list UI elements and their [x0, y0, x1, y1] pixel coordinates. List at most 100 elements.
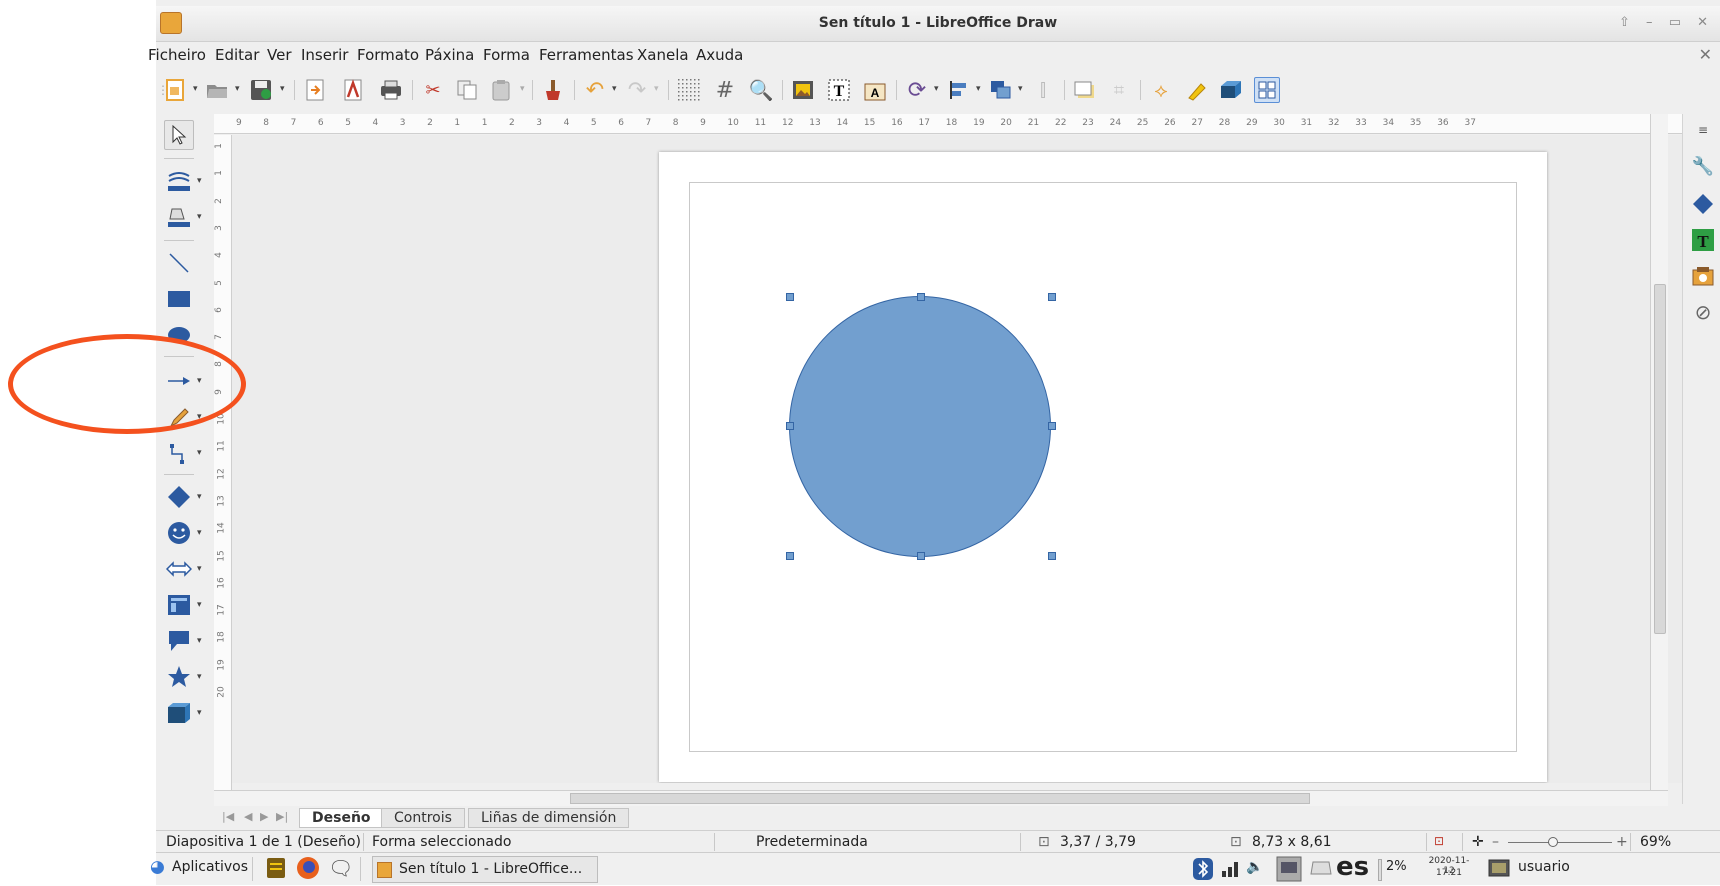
bluetooth-icon[interactable] [1192, 857, 1214, 885]
shadow-icon[interactable] [1072, 77, 1098, 103]
align-objects-icon[interactable] [946, 77, 972, 103]
drawing-canvas[interactable] [232, 135, 1720, 783]
sidebar-menu-icon[interactable]: ≡ [1691, 118, 1715, 142]
taskbar-window-button[interactable]: Sen título 1 - LibreOffice... [372, 856, 598, 883]
removable-drive-icon[interactable] [1310, 858, 1332, 882]
chat-icon[interactable]: 🗨 [328, 856, 353, 880]
menu-ferramentas[interactable]: Ferramentas [539, 46, 634, 64]
network-signal-icon[interactable] [1220, 859, 1242, 881]
zoom-out-icon[interactable]: – [1492, 834, 1499, 850]
display-grid-icon[interactable] [676, 77, 702, 103]
drawing-page[interactable] [659, 152, 1547, 782]
print-icon[interactable] [378, 77, 404, 103]
fill-color-dropdown-icon[interactable]: ▾ [197, 212, 202, 222]
styles-icon[interactable]: T [1691, 228, 1715, 252]
new-dropdown-icon[interactable]: ▾ [193, 84, 198, 94]
menu-inserir[interactable]: Inserir [301, 46, 348, 64]
rotate-icon[interactable]: ⟳ [904, 77, 930, 103]
first-tab-icon[interactable]: |◀ [222, 810, 234, 823]
show-draw-functions-icon[interactable] [1254, 77, 1280, 103]
zoom-in-icon[interactable]: + [1616, 834, 1628, 850]
horizontal-scroll-thumb[interactable] [570, 793, 1310, 804]
block-arrows-dropdown-icon[interactable]: ▾ [197, 564, 202, 574]
menu-axuda[interactable]: Axuda [696, 46, 743, 64]
copy-icon[interactable] [454, 77, 480, 103]
rotate-dropdown-icon[interactable]: ▾ [934, 84, 939, 94]
firefox-icon[interactable] [296, 856, 320, 884]
resize-handle[interactable] [917, 552, 925, 560]
insert-image-icon[interactable] [790, 77, 816, 103]
arrange-icon[interactable] [988, 77, 1014, 103]
cut-icon[interactable]: ✂ [420, 77, 446, 103]
callout-shapes-icon[interactable] [164, 626, 194, 656]
save-dropdown-icon[interactable]: ▾ [280, 84, 285, 94]
resize-handle[interactable] [1048, 293, 1056, 301]
prev-tab-icon[interactable]: ◀ [244, 810, 252, 823]
vertical-scroll-thumb[interactable] [1654, 284, 1666, 634]
save-icon[interactable] [248, 77, 274, 103]
tab-controis[interactable]: Controis [381, 808, 465, 828]
resize-handle[interactable] [917, 293, 925, 301]
paste-icon[interactable] [488, 77, 514, 103]
gallery-icon[interactable] [1691, 264, 1715, 288]
undo-dropdown-icon[interactable]: ▾ [612, 84, 617, 94]
shapes-icon[interactable] [1691, 192, 1715, 216]
zoom-slider-knob[interactable] [1548, 837, 1558, 847]
undo-icon[interactable]: ↶ [582, 77, 608, 103]
navigator-icon[interactable]: ⊘ [1691, 300, 1715, 324]
menu-ficheiro[interactable]: Ficheiro [148, 46, 206, 64]
stars-icon[interactable] [164, 662, 194, 692]
zoom-pan-icon[interactable]: 🔍 [748, 77, 774, 103]
glue-points-icon[interactable] [1184, 77, 1210, 103]
user-avatar-icon[interactable] [1488, 858, 1510, 882]
redo-icon[interactable]: ↷ [624, 77, 650, 103]
points-icon[interactable]: ⟡ [1148, 77, 1174, 103]
stars-dropdown-icon[interactable]: ▾ [197, 672, 202, 682]
fontwork-icon[interactable]: A [862, 77, 888, 103]
callout-dropdown-icon[interactable]: ▾ [197, 636, 202, 646]
document-modified-icon[interactable]: ⊡ [1434, 834, 1444, 848]
menu-formato[interactable]: Formato [357, 46, 419, 64]
open-dropdown-icon[interactable]: ▾ [235, 84, 240, 94]
applications-menu-label[interactable]: Aplicativos [172, 859, 248, 875]
distribute-icon[interactable]: ⫿ [1030, 77, 1056, 103]
menu-editar[interactable]: Editar [215, 46, 259, 64]
paste-dropdown-icon[interactable]: ▾ [520, 84, 525, 94]
tab-linas-de-dimension[interactable]: Liñas de dimensión [468, 808, 630, 828]
toggle-extrusion-icon[interactable] [1218, 77, 1244, 103]
3d-objects-icon[interactable] [164, 698, 194, 728]
symbol-shapes-dropdown-icon[interactable]: ▾ [197, 528, 202, 538]
line-tool-icon[interactable] [164, 248, 194, 278]
keyboard-layout[interactable]: es [1336, 852, 1369, 882]
zoom-slider[interactable] [1508, 842, 1612, 843]
next-tab-icon[interactable]: ▶ [260, 810, 268, 823]
selected-ellipse-shape[interactable] [789, 296, 1051, 557]
line-color-icon[interactable] [164, 166, 194, 196]
user-name[interactable]: usuario [1518, 859, 1570, 875]
resize-handle[interactable] [1048, 552, 1056, 560]
basic-shapes-dropdown-icon[interactable]: ▾ [197, 492, 202, 502]
flowchart-icon[interactable] [164, 590, 194, 620]
fill-color-icon[interactable] [164, 202, 194, 232]
vertical-scrollbar[interactable] [1650, 114, 1668, 804]
export-pdf-icon[interactable] [340, 77, 366, 103]
new-document-icon[interactable] [162, 77, 188, 103]
last-tab-icon[interactable]: ▶| [276, 810, 288, 823]
open-folder-icon[interactable] [204, 77, 230, 103]
file-manager-icon[interactable] [266, 857, 286, 883]
clone-formatting-icon[interactable] [540, 77, 566, 103]
properties-wrench-icon[interactable]: 🔧 [1691, 154, 1715, 178]
zoom-percent[interactable]: 69% [1640, 834, 1671, 850]
flowchart-dropdown-icon[interactable]: ▾ [197, 600, 202, 610]
helplines-icon[interactable]: # [712, 77, 738, 103]
menu-ver[interactable]: Ver [267, 46, 292, 64]
select-icon[interactable] [164, 120, 194, 150]
resize-handle[interactable] [1048, 422, 1056, 430]
applications-menu-icon[interactable]: ◕ [150, 857, 165, 877]
menu-xanela[interactable]: Xanela [637, 46, 689, 64]
resize-handle[interactable] [786, 552, 794, 560]
menu-forma[interactable]: Forma [483, 46, 530, 64]
menu-paxina[interactable]: Páxina [425, 46, 474, 64]
close-document-icon[interactable]: ✕ [1699, 45, 1712, 64]
export-icon[interactable] [302, 77, 328, 103]
